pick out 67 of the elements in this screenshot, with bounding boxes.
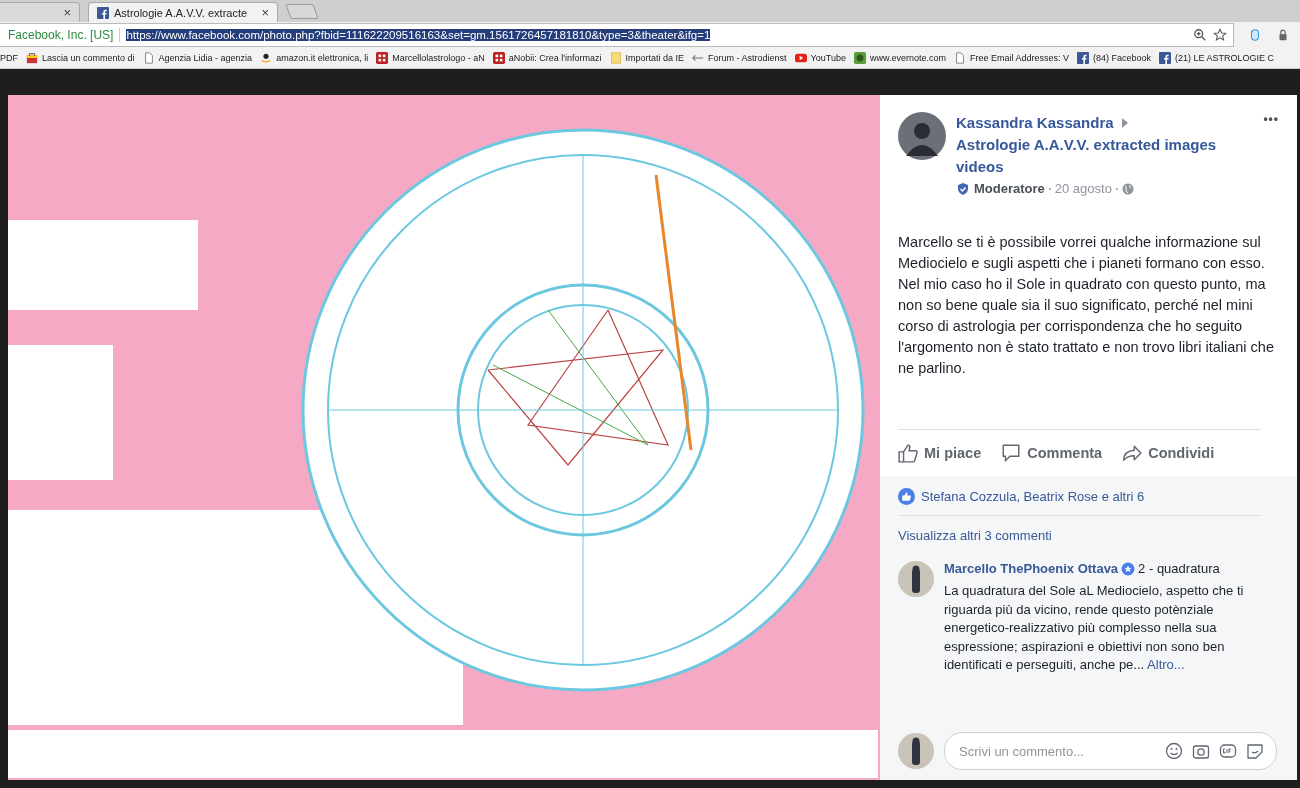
mouse-icon[interactable]: [1248, 28, 1262, 42]
thumbs-up-icon: [898, 443, 918, 463]
grid-icon: [492, 52, 505, 64]
action-button[interactable]: Mi piace: [898, 443, 982, 463]
arrow-icon: [692, 52, 705, 64]
commenter-link[interactable]: Marcello ThePhoenix Ottava: [944, 561, 1119, 576]
like-icon: [898, 488, 915, 505]
tab-title: Astrologie A.A.V.V. extracte: [114, 6, 249, 19]
sticker-icon[interactable]: [1246, 742, 1264, 760]
bookmark[interactable]: Importati da IE: [609, 52, 685, 64]
facebook-icon: [97, 6, 109, 19]
action-button[interactable]: Condividi: [1122, 443, 1215, 463]
more-link[interactable]: Altro...: [1147, 657, 1185, 672]
bookmark[interactable]: Agenzia Lidia - agenzia: [142, 52, 253, 64]
bookmark[interactable]: PDF: [0, 53, 18, 63]
bookmark[interactable]: (21) LE ASTROLOGIE C: [1159, 52, 1275, 64]
gif-icon[interactable]: [1219, 742, 1237, 760]
post-text: Marcello se ti è possibile vorrei qualche informazione sul Mediocielo e sugli aspetti che i pianeti formano con esso. Nel mio caso ho il Sole in quadrato con questo punto, ma non so bene quale sia il suo significato, perché nel mini corso di astrologia per corrispondenza che ho seguito l'argomento non è stato trattato e non trovo libri italiani che ne parlino.: [898, 233, 1275, 378]
speech-bubble-icon: [1001, 443, 1022, 463]
zoom-icon[interactable]: [1193, 28, 1207, 42]
comment-text: La quadratura del Sole aL Mediocielo, aspetto che ti riguarda più da vicino, rende questo potènziale energetico-realizzativo più complesso nella sua espressione; aspirazioni e obiettivi non sono ben identificati e perseguiti, anche pe... Altro...: [944, 582, 1245, 674]
comment-field[interactable]: Scrivi un commento...: [944, 732, 1277, 770]
badge-icon: [956, 181, 970, 196]
browser-tab[interactable]: ×: [0, 2, 80, 22]
smiley-icon[interactable]: [1165, 742, 1183, 760]
bag-icon: [26, 52, 38, 64]
bookmark[interactable]: Free Email Addresses: V: [953, 52, 1069, 64]
smile-arrow-icon: [260, 52, 273, 64]
page-icon: [142, 52, 155, 64]
share-arrow-icon: [1122, 443, 1143, 463]
more-comments-link[interactable]: Visualizza altri 3 commenti: [898, 528, 1279, 543]
triangle-icon: [1121, 118, 1128, 128]
site-identity[interactable]: Facebook, Inc. [US]: [0, 28, 121, 42]
star-icon[interactable]: [1213, 28, 1227, 42]
badge-icon: [1121, 561, 1136, 576]
browser-tab[interactable]: Astrologie A.A.V.V. extracte ×: [88, 2, 278, 22]
page-icon: [953, 52, 966, 64]
bookmark[interactable]: www.evernote.com: [853, 52, 946, 64]
avatar[interactable]: [898, 112, 946, 160]
address-field[interactable]: Facebook, Inc. [US] https://www.facebook.com/photo.php?fbid=111622209516163&set=gm.1561726457181810&type=3&theater&ifg=1: [0, 23, 1234, 47]
bookmark[interactable]: Forum - Astrodienst: [692, 52, 787, 64]
likes-link[interactable]: Stefana Cozzula, Beatrix Rose e altri 6: [921, 489, 1145, 504]
comment-title: 2 - quadratura: [1138, 561, 1220, 576]
avatar[interactable]: [898, 733, 934, 769]
comment-input[interactable]: Scrivi un commento...: [957, 742, 1156, 760]
more-button[interactable]: •••: [1263, 112, 1279, 196]
bookmark[interactable]: amazon.it elettronica, li: [260, 52, 369, 64]
facebook-icon: [1077, 52, 1089, 64]
close-icon[interactable]: ×: [261, 5, 269, 20]
close-icon[interactable]: ×: [63, 5, 71, 20]
facebook-icon: [1159, 52, 1172, 64]
bookmark[interactable]: (84) Facebook: [1077, 52, 1152, 64]
bookmark[interactable]: Marcellolastrologo - aN: [376, 52, 485, 64]
url-text: https://www.facebook.com/photo.php?fbid=111622209516163&set=gm.1561726457181810&type=3&theater&ifg=1: [126, 29, 711, 41]
bookmark[interactable]: aNobii: Crea l'informazi: [492, 52, 602, 64]
role-label: Moderatore: [974, 181, 1045, 196]
bookmark[interactable]: Lascia un commento di: [26, 52, 135, 64]
globe-icon: [1121, 182, 1134, 195]
camera-icon[interactable]: [1192, 742, 1210, 760]
avatar[interactable]: [898, 561, 934, 597]
author-link[interactable]: Kassandra Kassandra: [956, 114, 1114, 131]
action-button[interactable]: Commenta: [1001, 443, 1103, 463]
grid-icon: [376, 52, 389, 64]
folder-icon: [609, 52, 622, 64]
bookmark[interactable]: YouTube: [794, 52, 846, 64]
play-icon: [794, 52, 807, 64]
group-link[interactable]: Astrologie A.A.V.V. extracted images videos: [956, 134, 1254, 178]
